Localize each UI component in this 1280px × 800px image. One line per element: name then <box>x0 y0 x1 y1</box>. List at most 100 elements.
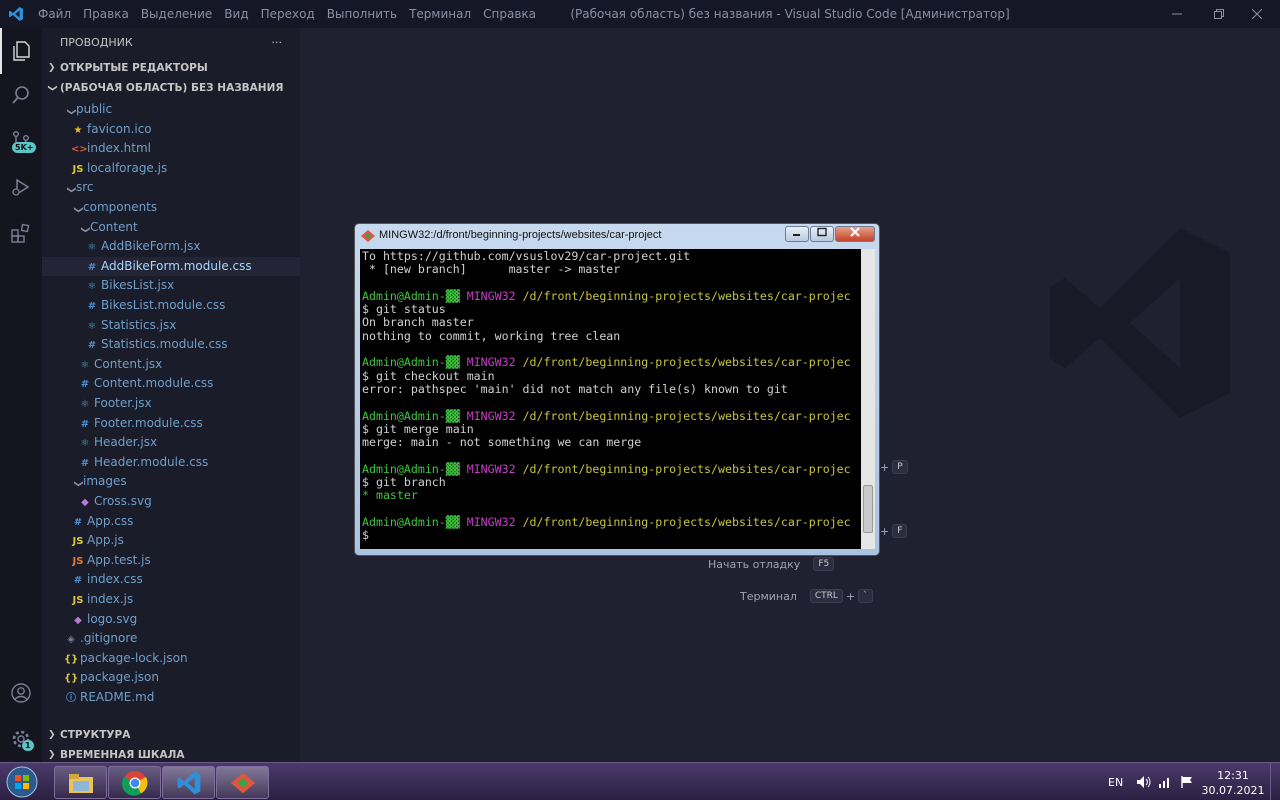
file-explorer-taskbar-icon[interactable] <box>54 766 107 799</box>
tree-item-label: BikesList.jsx <box>101 278 175 293</box>
terminal-line-text: $ git branch <box>362 475 446 490</box>
terminal-output[interactable]: To https://github.com/vsuslov29/car-proj… <box>360 249 861 549</box>
tree-file[interactable]: ⓘ README.md <box>42 688 300 708</box>
tree-file[interactable]: ⚛ Footer.jsx <box>42 394 300 414</box>
tree-file[interactable]: ◆ Cross.svg <box>42 492 300 512</box>
settings-badge: 1 <box>22 740 34 751</box>
volume-icon[interactable] <box>1136 763 1152 800</box>
tree-file[interactable]: ◆ logo.svg <box>42 610 300 630</box>
tree-item-label: Statistics.jsx <box>101 317 177 332</box>
search-icon[interactable] <box>0 72 42 118</box>
tree-file[interactable]: ⚛ Header.jsx <box>42 433 300 453</box>
tree-file[interactable]: ★ favicon.ico <box>42 120 300 140</box>
source-control-icon[interactable] <box>0 118 42 164</box>
mingw-terminal-window[interactable]: MINGW32:/d/front/beginning-projects/webs… <box>354 223 880 556</box>
open-editors-section[interactable]: ❯ ОТКРЫТЫЕ РЕДАКТОРЫ <box>42 58 300 78</box>
tree-folder[interactable]: ❯src <box>42 178 300 198</box>
menu-item[interactable]: Вид <box>218 0 254 28</box>
tree-file[interactable]: {} package.json <box>42 668 300 688</box>
minimize-icon[interactable] <box>1154 0 1200 28</box>
terminal-scrollbar[interactable] <box>861 249 875 549</box>
tree-item-label: Cross.svg <box>94 494 152 508</box>
action-center-flag-icon[interactable] <box>1180 763 1194 800</box>
menu-item[interactable]: Выполнить <box>321 0 403 28</box>
show-desktop-button[interactable] <box>1270 763 1280 800</box>
close-icon[interactable] <box>1234 0 1280 28</box>
prompt-glyph: ▓▓ <box>445 408 460 423</box>
tree-file[interactable]: ⚛ Content.jsx <box>42 355 300 375</box>
jsx-file-icon: ⚛ <box>87 281 97 293</box>
more-actions-icon[interactable]: ··· <box>272 28 283 58</box>
account-icon[interactable] <box>0 670 42 716</box>
tree-file[interactable]: ⚛ Statistics.jsx <box>42 316 300 336</box>
taskbar-clock[interactable]: 12:31 30.07.2021 <box>1200 768 1266 798</box>
title-bar: Файл Правка Выделение Вид Переход Выполнить Те… <box>0 0 1280 28</box>
tree-file[interactable]: # Header.module.css <box>42 453 300 473</box>
menu-item[interactable]: Терминал <box>403 0 477 28</box>
scrollbar-thumb[interactable] <box>863 485 873 533</box>
run-debug-icon[interactable] <box>0 164 42 210</box>
chevron-right-icon: ❯ <box>48 63 56 73</box>
gear-icon[interactable] <box>0 716 42 762</box>
terminal-line: Admin@Admin-▓▓ MINGW32 /d/front/beginnin… <box>362 356 861 369</box>
workspace-label: (РАБОЧАЯ ОБЛАСТЬ) БЕЗ НАЗВАНИЯ <box>60 82 284 94</box>
tree-file[interactable]: <>index.html <box>42 139 300 159</box>
vscode-taskbar-icon[interactable] <box>162 766 215 799</box>
tree-file[interactable]: # App.css <box>42 512 300 532</box>
menu-item[interactable]: Выделение <box>135 0 218 28</box>
chrome-taskbar-icon[interactable] <box>108 766 161 799</box>
tree-file[interactable]: JS index.js <box>42 590 300 610</box>
tree-item-label: public <box>76 102 113 116</box>
workspace-section[interactable]: ❯ (РАБОЧАЯ ОБЛАСТЬ) БЕЗ НАЗВАНИЯ <box>42 78 300 98</box>
extensions-icon[interactable] <box>0 210 42 256</box>
tree-file[interactable]: # AddBikeForm.module.css <box>42 256 300 277</box>
tree-item-label: App.test.js <box>87 552 151 567</box>
tree-file[interactable]: ⚛ BikesList.jsx <box>42 276 300 296</box>
terminal-minimize-button[interactable] <box>785 226 809 242</box>
menu-item[interactable]: Справка <box>477 0 542 28</box>
terminal-line-text: * master <box>362 488 418 503</box>
shortcut-key: F <box>892 524 908 538</box>
activity-bar: 5K+ 1 <box>0 28 42 768</box>
network-icon[interactable] <box>1158 763 1172 800</box>
explorer-icon[interactable] <box>0 28 42 74</box>
menu-item[interactable]: Переход <box>255 0 321 28</box>
tree-file[interactable]: # index.css <box>42 570 300 590</box>
tree-folder[interactable]: ❯public <box>42 100 300 120</box>
git-bash-icon <box>361 230 375 242</box>
tree-file[interactable]: JS App.test.js <box>42 551 300 571</box>
language-indicator[interactable]: EN <box>1108 763 1123 800</box>
tree-file[interactable]: ◈ .gitignore <box>42 629 300 649</box>
tree-folder[interactable]: ❯images <box>42 472 300 492</box>
tree-folder[interactable]: ❯components <box>42 198 300 218</box>
git-bash-taskbar-icon[interactable] <box>216 766 269 799</box>
chevron-down-icon: ❯ <box>65 108 76 116</box>
terminal-close-button[interactable] <box>835 226 875 242</box>
tree-item-label: AddBikeForm.module.css <box>101 258 252 273</box>
terminal-maximize-button[interactable] <box>810 226 834 242</box>
terminal-line: Admin@Admin-▓▓ MINGW32 /d/front/beginnin… <box>362 289 861 303</box>
menu-item[interactable]: Правка <box>77 0 135 28</box>
tree-file[interactable]: # Content.module.css <box>42 374 300 394</box>
outline-section[interactable]: ❯ СТРУКТУРА <box>42 725 300 745</box>
terminal-line: nothing to commit, working tree clean <box>362 329 861 343</box>
tree-file[interactable]: JS App.js <box>42 531 300 551</box>
tree-item-label: .gitignore <box>80 631 138 646</box>
tree-file[interactable]: # BikesList.module.css <box>42 296 300 316</box>
terminal-line: * [new branch] master -> master <box>362 263 861 276</box>
tree-file[interactable]: # Footer.module.css <box>42 414 300 434</box>
tree-item-label: BikesList.module.css <box>101 298 226 312</box>
tree-folder[interactable]: ❯Content <box>42 218 300 238</box>
menu-item[interactable]: Файл <box>32 0 77 28</box>
prompt-user: Admin@Admin- <box>362 355 446 370</box>
tree-file[interactable]: # Statistics.module.css <box>42 335 300 355</box>
tree-file[interactable]: {} package-lock.json <box>42 649 300 669</box>
tree-file[interactable]: ⚛ AddBikeForm.jsx <box>42 237 300 257</box>
prompt-glyph: ▓▓ <box>445 461 460 476</box>
tree-file[interactable]: JS localforage.js <box>42 159 300 179</box>
terminal-line: Admin@Admin-▓▓ MINGW32 /d/front/beginnin… <box>362 408 861 423</box>
start-button[interactable] <box>4 765 40 799</box>
prompt-path: /d/front/beginning-projects/websites/car… <box>522 408 851 423</box>
js-file-icon: JS <box>72 163 84 175</box>
tree-item-label: Footer.jsx <box>94 396 152 410</box>
